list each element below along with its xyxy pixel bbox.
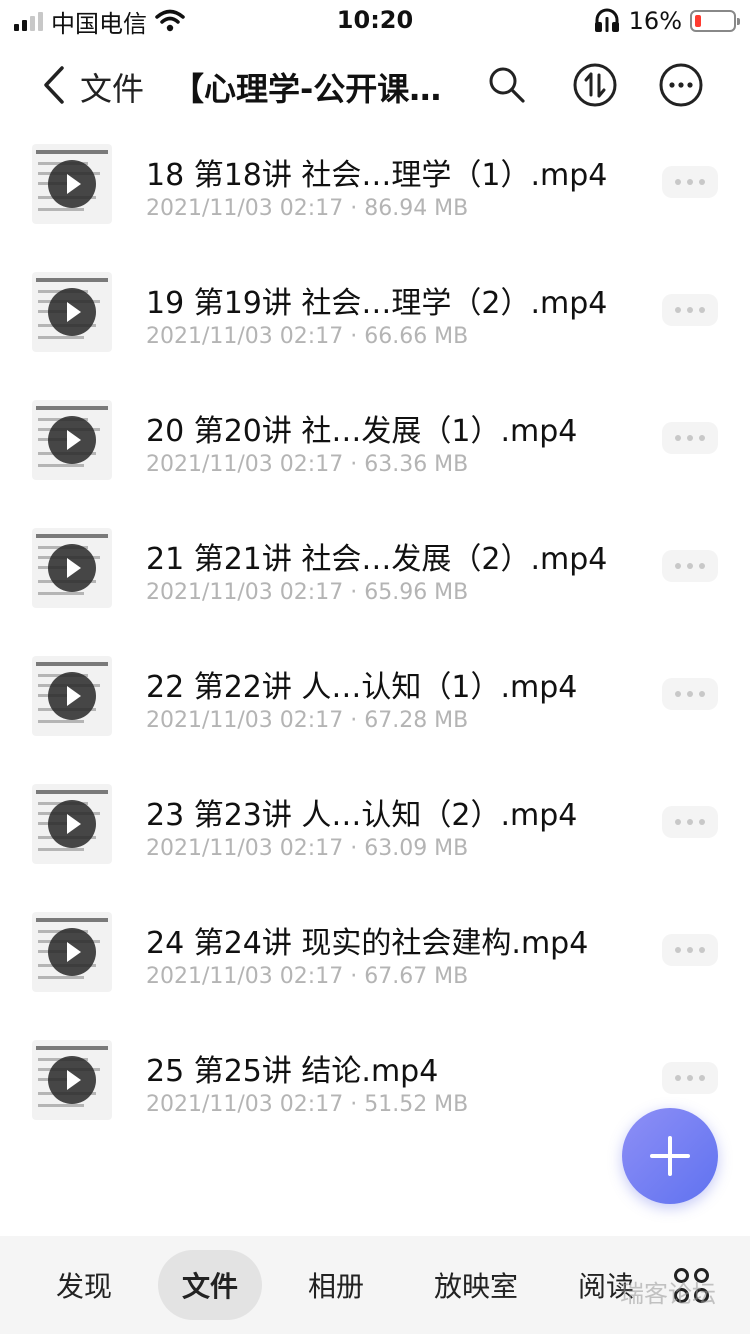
page-title: 【心理学-公开课… xyxy=(172,70,442,108)
row-more-button[interactable] xyxy=(662,422,718,454)
row-more-button[interactable] xyxy=(662,294,718,326)
play-icon[interactable] xyxy=(48,928,96,976)
row-more-button[interactable] xyxy=(662,678,718,710)
video-thumbnail[interactable] xyxy=(32,528,112,608)
tab-discover[interactable]: 发现 xyxy=(34,1250,134,1320)
file-size: 67.28 MB xyxy=(364,708,469,733)
file-name[interactable]: 24 第24讲 现实的社会建构.mp4 xyxy=(146,918,646,962)
file-date: 2021/11/03 02:17 xyxy=(146,324,344,349)
search-icon[interactable] xyxy=(484,62,530,108)
play-icon[interactable] xyxy=(48,160,96,208)
meta-separator: · xyxy=(350,580,358,605)
play-icon[interactable] xyxy=(48,800,96,848)
video-thumbnail[interactable] xyxy=(32,400,112,480)
file-date: 2021/11/03 02:17 xyxy=(146,452,344,477)
file-row[interactable]: 24 第24讲 现实的社会建构.mp4 2021/11/03 02:17 · 6… xyxy=(0,898,750,1026)
file-meta: 2021/11/03 02:17 · 51.52 MB xyxy=(146,1092,468,1117)
meta-separator: · xyxy=(350,708,358,733)
play-icon[interactable] xyxy=(48,416,96,464)
video-thumbnail[interactable] xyxy=(32,784,112,864)
add-button[interactable] xyxy=(622,1108,718,1204)
tab-files[interactable]: 文件 xyxy=(158,1250,262,1320)
row-more-button[interactable] xyxy=(662,1062,718,1094)
file-size: 63.36 MB xyxy=(364,452,469,477)
meta-separator: · xyxy=(350,836,358,861)
file-date: 2021/11/03 02:17 xyxy=(146,964,344,989)
file-size: 63.09 MB xyxy=(364,836,469,861)
file-name[interactable]: 20 第20讲 社…发展（1）.mp4 xyxy=(146,406,646,450)
file-row[interactable]: 19 第19讲 社会…理学（2）.mp4 2021/11/03 02:17 · … xyxy=(0,258,750,386)
video-thumbnail[interactable] xyxy=(32,912,112,992)
file-meta: 2021/11/03 02:17 · 66.66 MB xyxy=(146,324,468,349)
battery-icon xyxy=(690,10,740,32)
file-date: 2021/11/03 02:17 xyxy=(146,708,344,733)
file-name[interactable]: 21 第21讲 社会…发展（2）.mp4 xyxy=(146,534,646,578)
file-size: 65.96 MB xyxy=(364,580,469,605)
file-size: 67.67 MB xyxy=(364,964,469,989)
row-more-button[interactable] xyxy=(662,166,718,198)
nav-bar: 文件 【心理学-公开课… xyxy=(0,50,750,120)
file-date: 2021/11/03 02:17 xyxy=(146,836,344,861)
video-thumbnail[interactable] xyxy=(32,656,112,736)
file-date: 2021/11/03 02:17 xyxy=(146,580,344,605)
file-row[interactable]: 22 第22讲 人…认知（1）.mp4 2021/11/03 02:17 · 6… xyxy=(0,642,750,770)
file-row[interactable]: 20 第20讲 社…发展（1）.mp4 2021/11/03 02:17 · 6… xyxy=(0,386,750,514)
video-thumbnail[interactable] xyxy=(32,272,112,352)
watermark: 瑞客论坛 xyxy=(620,1280,716,1308)
video-thumbnail[interactable] xyxy=(32,1040,112,1120)
row-more-button[interactable] xyxy=(662,550,718,582)
file-meta: 2021/11/03 02:17 · 86.94 MB xyxy=(146,196,468,221)
file-name[interactable]: 22 第22讲 人…认知（1）.mp4 xyxy=(146,662,646,706)
file-row[interactable]: 23 第23讲 人…认知（2）.mp4 2021/11/03 02:17 · 6… xyxy=(0,770,750,898)
more-icon[interactable] xyxy=(658,62,704,108)
back-label[interactable]: 文件 xyxy=(80,64,144,110)
meta-separator: · xyxy=(350,324,358,349)
play-icon[interactable] xyxy=(48,672,96,720)
file-meta: 2021/11/03 02:17 · 63.09 MB xyxy=(146,836,468,861)
file-meta: 2021/11/03 02:17 · 67.67 MB xyxy=(146,964,468,989)
file-name[interactable]: 19 第19讲 社会…理学（2）.mp4 xyxy=(146,278,646,322)
battery-level xyxy=(695,15,701,27)
file-name[interactable]: 18 第18讲 社会…理学（1）.mp4 xyxy=(146,150,646,194)
row-more-button[interactable] xyxy=(662,806,718,838)
file-row[interactable]: 18 第18讲 社会…理学（1）.mp4 2021/11/03 02:17 · … xyxy=(0,130,750,258)
status-bar: 中国电信 10:20 16% xyxy=(0,0,750,42)
headphones-icon xyxy=(594,8,619,32)
file-name[interactable]: 23 第23讲 人…认知（2）.mp4 xyxy=(146,790,646,834)
battery-percent: 16% xyxy=(628,7,682,35)
meta-separator: · xyxy=(350,196,358,221)
tab-album[interactable]: 相册 xyxy=(286,1250,386,1320)
file-size: 86.94 MB xyxy=(364,196,469,221)
play-icon[interactable] xyxy=(48,544,96,592)
file-meta: 2021/11/03 02:17 · 67.28 MB xyxy=(146,708,468,733)
video-thumbnail[interactable] xyxy=(32,144,112,224)
file-size: 66.66 MB xyxy=(364,324,469,349)
file-date: 2021/11/03 02:17 xyxy=(146,196,344,221)
tab-screening-room[interactable]: 放映室 xyxy=(416,1250,536,1320)
meta-separator: · xyxy=(350,1092,358,1117)
file-meta: 2021/11/03 02:17 · 65.96 MB xyxy=(146,580,468,605)
play-icon[interactable] xyxy=(48,1056,96,1104)
row-more-button[interactable] xyxy=(662,934,718,966)
file-meta: 2021/11/03 02:17 · 63.36 MB xyxy=(146,452,468,477)
file-row[interactable]: 21 第21讲 社会…发展（2）.mp4 2021/11/03 02:17 · … xyxy=(0,514,750,642)
file-size: 51.52 MB xyxy=(364,1092,469,1117)
sort-icon[interactable] xyxy=(572,62,618,108)
file-name[interactable]: 25 第25讲 结论.mp4 xyxy=(146,1046,646,1090)
play-icon[interactable] xyxy=(48,288,96,336)
meta-separator: · xyxy=(350,964,358,989)
back-chevron-icon[interactable] xyxy=(36,60,76,110)
meta-separator: · xyxy=(350,452,358,477)
file-date: 2021/11/03 02:17 xyxy=(146,1092,344,1117)
file-list: 18 第18讲 社会…理学（1）.mp4 2021/11/03 02:17 · … xyxy=(0,130,750,1154)
